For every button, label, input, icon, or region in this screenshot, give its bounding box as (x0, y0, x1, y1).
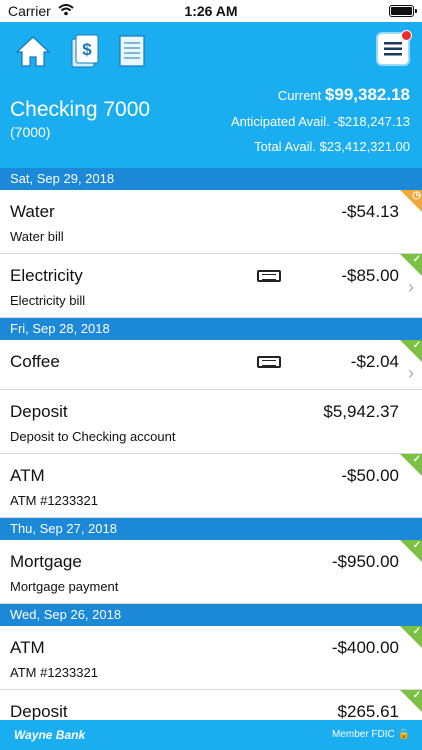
transaction-amount: -$2.04 (350, 352, 399, 371)
transaction-amount: $265.61 (337, 702, 399, 720)
transaction-description: Water bill (10, 229, 64, 244)
account-number: (7000) (10, 124, 51, 140)
current-label: Current (277, 88, 322, 103)
home-icon[interactable] (14, 34, 52, 68)
clock-icon: ◷ (412, 190, 421, 201)
note-icon[interactable] (257, 270, 281, 282)
status-time: 1:26 AM (184, 3, 238, 19)
date-header: Wed, Sep 26, 2018 (0, 604, 422, 626)
date-header: Fri, Sep 28, 2018 (0, 318, 422, 340)
chevron-right-icon: › (408, 277, 414, 297)
transaction-title: Water (10, 202, 55, 221)
checkmark-icon: ✓ (412, 454, 421, 465)
transaction-title: Deposit (10, 702, 68, 720)
checkmark-icon: ✓ (412, 254, 421, 265)
bank-logo: Wayne Bank (14, 728, 86, 742)
note-icon[interactable] (257, 356, 281, 368)
transaction-row[interactable]: ATM ATM #1233321 -$400.00 ✓ (0, 626, 422, 690)
transaction-description: Deposit to Checking account (10, 429, 176, 444)
account-header: $ Checking 7000 (7000) Current $99,382.1… (0, 22, 422, 168)
money-icon[interactable]: $ (70, 33, 100, 69)
fdic-label: Member FDIC 🔒 (331, 729, 410, 740)
transaction-amount: -$85.00 (341, 266, 399, 285)
menu-button[interactable] (376, 30, 412, 66)
transaction-row[interactable]: Water Water bill -$54.13 ◷ (0, 190, 422, 254)
transaction-title: ATM (10, 638, 45, 657)
anticipated-balance: Anticipated Avail. -$218,247.13 (230, 114, 410, 129)
transaction-title: Coffee (10, 352, 60, 371)
transaction-amount: -$54.13 (341, 202, 399, 221)
transaction-title: Deposit (10, 402, 68, 421)
transaction-row[interactable]: Electricity Electricity bill -$85.00 › ✓ (0, 254, 422, 318)
current-value: $99,382.18 (324, 85, 410, 104)
checkmark-icon: ✓ (412, 540, 421, 551)
account-name: Checking 7000 (10, 98, 151, 121)
transaction-description: Mortgage payment (10, 579, 119, 594)
transaction-amount: -$50.00 (341, 466, 399, 485)
transaction-amount: $5,942.37 (323, 402, 399, 421)
svg-text:$: $ (82, 40, 92, 59)
date-header: Sat, Sep 29, 2018 (0, 168, 422, 190)
checkmark-icon: ✓ (412, 626, 421, 637)
transaction-title: Mortgage (10, 552, 82, 571)
transaction-description: ATM #1233321 (10, 665, 98, 680)
current-balance: Current $99,382.18 (278, 85, 410, 105)
transaction-amount: -$950.00 (331, 552, 399, 571)
transaction-description: Electricity bill (10, 293, 86, 308)
transaction-amount: -$400.00 (331, 638, 399, 657)
transaction-row[interactable]: Deposit $265.61 ✓ (0, 690, 422, 720)
transaction-description: ATM #1233321 (10, 493, 98, 508)
transaction-list[interactable]: Sat, Sep 29, 2018 Water Water bill -$54.13 ◷… (0, 168, 422, 720)
total-balance: Total Avail. $23,412,321.00 (254, 139, 410, 154)
transaction-row[interactable]: Deposit Deposit to Checking account $5,942… (0, 390, 422, 454)
transaction-title: Electricity (10, 266, 83, 285)
transaction-title: ATM (10, 466, 45, 485)
date-header: Thu, Sep 27, 2018 (0, 518, 422, 540)
footer: Wayne Bank Member FDIC 🔒 (0, 720, 422, 750)
menu-icon (384, 42, 402, 56)
battery-icon (389, 5, 417, 17)
nav-bar: $ (14, 32, 146, 70)
statement-icon[interactable] (118, 34, 146, 68)
notification-badge (401, 30, 412, 41)
checkmark-icon: ✓ (412, 340, 421, 351)
checkmark-icon: ✓ (412, 690, 421, 701)
chevron-right-icon: › (408, 363, 414, 383)
transaction-row[interactable]: ATM ATM #1233321 -$50.00 ✓ (0, 454, 422, 518)
status-bar: Carrier 1:26 AM (0, 0, 422, 22)
transaction-row[interactable]: Coffee -$2.04 › ✓ (0, 340, 422, 390)
transaction-row[interactable]: Mortgage Mortgage payment -$950.00 ✓ (0, 540, 422, 604)
